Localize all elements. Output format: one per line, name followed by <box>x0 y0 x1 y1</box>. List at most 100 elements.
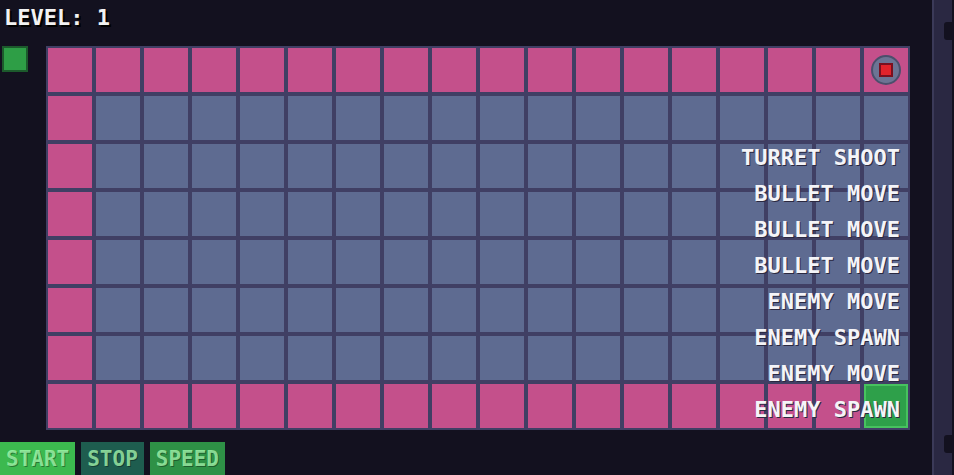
floor-cell[interactable] <box>720 336 764 380</box>
floor-cell[interactable] <box>240 192 284 236</box>
path-cell[interactable] <box>624 48 668 92</box>
floor-cell[interactable] <box>432 240 476 284</box>
floor-cell[interactable] <box>768 336 812 380</box>
path-cell[interactable] <box>336 48 380 92</box>
floor-cell[interactable] <box>384 288 428 332</box>
path-cell[interactable] <box>48 288 92 332</box>
floor-cell[interactable] <box>240 288 284 332</box>
path-cell[interactable] <box>624 384 668 428</box>
floor-cell[interactable] <box>864 96 908 140</box>
floor-cell[interactable] <box>480 336 524 380</box>
floor-cell[interactable] <box>816 192 860 236</box>
floor-cell[interactable] <box>192 96 236 140</box>
path-cell[interactable] <box>528 48 572 92</box>
path-cell[interactable] <box>96 384 140 428</box>
floor-cell[interactable] <box>288 144 332 188</box>
floor-cell[interactable] <box>288 336 332 380</box>
floor-cell[interactable] <box>96 144 140 188</box>
floor-cell[interactable] <box>624 240 668 284</box>
floor-cell[interactable] <box>144 192 188 236</box>
floor-cell[interactable] <box>432 96 476 140</box>
floor-cell[interactable] <box>336 144 380 188</box>
floor-cell[interactable] <box>768 192 812 236</box>
floor-cell[interactable] <box>288 192 332 236</box>
floor-cell[interactable] <box>624 336 668 380</box>
floor-cell[interactable] <box>336 192 380 236</box>
floor-cell[interactable] <box>96 288 140 332</box>
floor-cell[interactable] <box>480 288 524 332</box>
floor-cell[interactable] <box>144 144 188 188</box>
floor-cell[interactable] <box>576 144 620 188</box>
floor-cell[interactable] <box>768 144 812 188</box>
floor-cell[interactable] <box>576 192 620 236</box>
floor-cell[interactable] <box>528 144 572 188</box>
path-cell[interactable] <box>384 48 428 92</box>
start-button[interactable]: START <box>0 442 75 475</box>
floor-cell[interactable] <box>672 336 716 380</box>
floor-cell[interactable] <box>288 288 332 332</box>
floor-cell[interactable] <box>816 336 860 380</box>
floor-cell[interactable] <box>768 96 812 140</box>
floor-cell[interactable] <box>432 192 476 236</box>
floor-cell[interactable] <box>672 96 716 140</box>
floor-cell[interactable] <box>96 240 140 284</box>
floor-cell[interactable] <box>384 144 428 188</box>
floor-cell[interactable] <box>384 192 428 236</box>
floor-cell[interactable] <box>864 288 908 332</box>
floor-cell[interactable] <box>96 192 140 236</box>
floor-cell[interactable] <box>528 336 572 380</box>
floor-cell[interactable] <box>480 192 524 236</box>
path-cell[interactable] <box>48 144 92 188</box>
floor-cell[interactable] <box>96 96 140 140</box>
path-cell[interactable] <box>768 48 812 92</box>
path-cell[interactable] <box>288 48 332 92</box>
floor-cell[interactable] <box>528 288 572 332</box>
floor-cell[interactable] <box>288 96 332 140</box>
floor-cell[interactable] <box>240 144 284 188</box>
floor-cell[interactable] <box>672 288 716 332</box>
floor-cell[interactable] <box>384 336 428 380</box>
path-cell[interactable] <box>192 384 236 428</box>
floor-cell[interactable] <box>672 240 716 284</box>
floor-cell[interactable] <box>576 240 620 284</box>
floor-cell[interactable] <box>288 240 332 284</box>
floor-cell[interactable] <box>144 96 188 140</box>
floor-cell[interactable] <box>672 144 716 188</box>
floor-cell[interactable] <box>384 240 428 284</box>
floor-cell[interactable] <box>576 96 620 140</box>
floor-cell[interactable] <box>432 336 476 380</box>
floor-cell[interactable] <box>336 288 380 332</box>
floor-cell[interactable] <box>240 336 284 380</box>
floor-cell[interactable] <box>480 240 524 284</box>
floor-cell[interactable] <box>576 336 620 380</box>
path-cell[interactable] <box>384 384 428 428</box>
floor-cell[interactable] <box>816 288 860 332</box>
floor-cell[interactable] <box>768 240 812 284</box>
floor-cell[interactable] <box>720 240 764 284</box>
floor-cell[interactable] <box>816 96 860 140</box>
floor-cell[interactable] <box>720 192 764 236</box>
floor-cell[interactable] <box>624 96 668 140</box>
floor-cell[interactable] <box>864 336 908 380</box>
floor-cell[interactable] <box>96 336 140 380</box>
path-cell[interactable] <box>336 384 380 428</box>
floor-cell[interactable] <box>192 144 236 188</box>
path-cell[interactable] <box>96 48 140 92</box>
path-cell[interactable] <box>576 384 620 428</box>
path-cell[interactable] <box>432 48 476 92</box>
floor-cell[interactable] <box>192 240 236 284</box>
path-cell[interactable] <box>240 48 284 92</box>
path-cell[interactable] <box>480 384 524 428</box>
floor-cell[interactable] <box>192 336 236 380</box>
floor-cell[interactable] <box>192 288 236 332</box>
floor-cell[interactable] <box>144 240 188 284</box>
floor-cell[interactable] <box>672 192 716 236</box>
floor-cell[interactable] <box>336 336 380 380</box>
path-cell[interactable] <box>144 384 188 428</box>
path-cell[interactable] <box>816 384 860 428</box>
floor-cell[interactable] <box>864 240 908 284</box>
floor-cell[interactable] <box>816 240 860 284</box>
path-cell[interactable] <box>48 384 92 428</box>
path-cell[interactable] <box>672 48 716 92</box>
path-cell[interactable] <box>720 48 764 92</box>
